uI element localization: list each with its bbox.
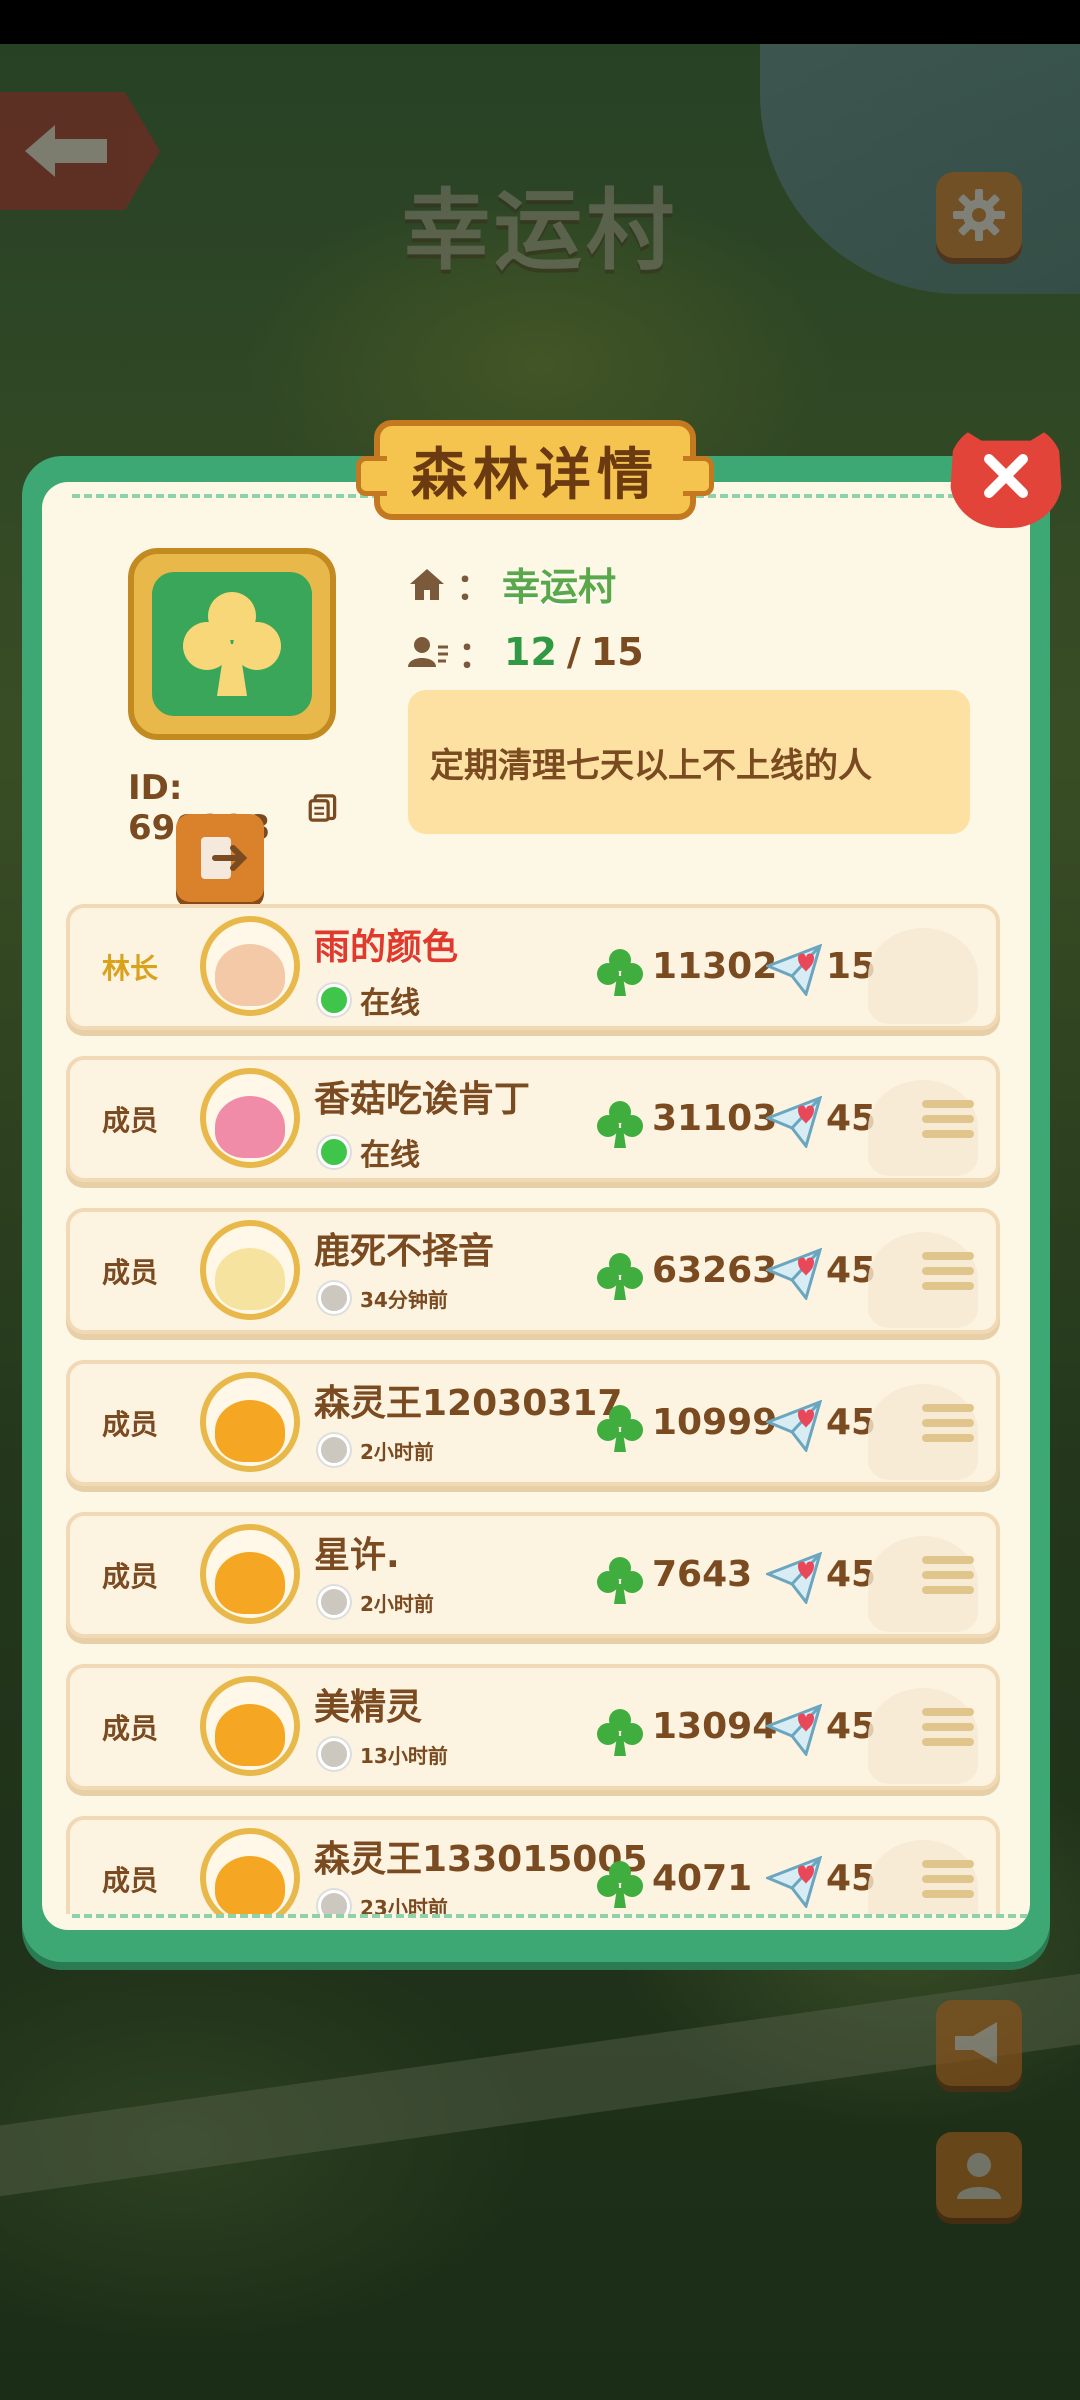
divider xyxy=(72,1914,1030,1918)
member-count-separator: / xyxy=(566,630,581,674)
member-clover-count: 7643 xyxy=(652,1554,753,1595)
leave-forest-button[interactable] xyxy=(176,814,264,902)
status-bar xyxy=(0,0,1080,44)
member-avatar[interactable] xyxy=(200,916,300,1016)
member-status-text: 2小时前 xyxy=(360,1439,434,1464)
member-menu-icon[interactable] xyxy=(922,1404,974,1449)
member-name: 鹿死不择音 xyxy=(314,1231,495,1272)
panel-title: 森林详情 xyxy=(356,420,714,520)
forest-notice: 定期清理七天以上不上线的人 xyxy=(408,690,970,834)
clover-icon xyxy=(594,1554,646,1610)
member-clover-count: 13094 xyxy=(652,1706,778,1747)
home-icon xyxy=(410,568,444,600)
status-dot-icon xyxy=(318,1136,350,1168)
member-clover-count: 4071 xyxy=(652,1858,753,1899)
member-status: 在线 xyxy=(318,1130,420,1174)
member-avatar[interactable] xyxy=(200,1524,300,1624)
member-status: 2小时前 xyxy=(318,1586,434,1618)
member-avatar[interactable] xyxy=(200,1220,300,1320)
exit-door-icon xyxy=(201,837,247,879)
member-clover-count: 31103 xyxy=(652,1098,778,1139)
member-name: 美精灵 xyxy=(314,1687,423,1728)
member-status: 2小时前 xyxy=(318,1434,434,1466)
forest-emblem xyxy=(128,548,336,740)
member-menu-icon[interactable] xyxy=(922,1252,974,1297)
member-menu-icon[interactable] xyxy=(922,1860,974,1905)
clover-icon xyxy=(594,1706,646,1762)
member-avatar[interactable] xyxy=(200,1372,300,1472)
member-status-text: 在线 xyxy=(360,1138,420,1173)
member-row[interactable]: 成员 鹿死不择音 34分钟前 63263 45 xyxy=(66,1208,1000,1334)
clover-icon xyxy=(594,1402,646,1458)
copy-icon[interactable] xyxy=(307,789,338,827)
status-dot-icon xyxy=(318,1890,350,1914)
member-name: 香菇吃诶肯丁 xyxy=(314,1079,531,1120)
member-row[interactable]: 成员 星许. 2小时前 7643 45 xyxy=(66,1512,1000,1638)
clover-icon xyxy=(594,1250,646,1306)
village-name: 幸运村 xyxy=(502,565,617,609)
member-name: 雨的颜色 xyxy=(314,927,459,968)
gift-plane-icon[interactable] xyxy=(763,1095,823,1152)
clover-icon xyxy=(594,946,646,1002)
status-dot-icon xyxy=(318,1282,350,1314)
clover-icon xyxy=(594,1098,646,1154)
member-status: 13小时前 xyxy=(318,1738,448,1770)
member-menu-icon[interactable] xyxy=(922,1556,974,1601)
member-role: 成员 xyxy=(101,1104,158,1137)
member-row[interactable]: 成员 森灵王133015005 23小时前 4071 45 xyxy=(66,1816,1000,1914)
member-role: 成员 xyxy=(101,1408,158,1441)
status-dot-icon xyxy=(318,1434,350,1466)
decoration xyxy=(868,928,978,1024)
member-status: 在线 xyxy=(318,978,420,1022)
colon: ： xyxy=(458,635,495,676)
close-icon xyxy=(984,454,1028,498)
member-role: 成员 xyxy=(101,1256,158,1289)
member-status-text: 13小时前 xyxy=(360,1743,448,1768)
member-role: 成员 xyxy=(101,1864,158,1897)
member-row[interactable]: 成员 美精灵 13小时前 13094 45 xyxy=(66,1664,1000,1790)
clover-icon xyxy=(183,592,281,696)
member-count-max: 15 xyxy=(590,630,644,674)
member-row[interactable]: 林长 雨的颜色 在线 11302 15 xyxy=(66,904,1000,1030)
gift-plane-icon[interactable] xyxy=(763,1855,823,1912)
gift-plane-icon[interactable] xyxy=(763,1247,823,1304)
member-name: 森灵王12030317 xyxy=(314,1383,623,1424)
gift-plane-icon[interactable] xyxy=(763,1399,823,1456)
gift-plane-icon[interactable] xyxy=(763,943,823,1000)
member-menu-icon[interactable] xyxy=(922,1100,974,1145)
member-avatar[interactable] xyxy=(200,1828,300,1914)
member-role: 林长 xyxy=(101,952,158,985)
status-dot-icon xyxy=(318,984,350,1016)
member-row[interactable]: 成员 香菇吃诶肯丁 在线 31103 45 xyxy=(66,1056,1000,1182)
member-row[interactable]: 成员 森灵王12030317 2小时前 10999 45 xyxy=(66,1360,1000,1486)
clover-icon xyxy=(594,1858,646,1914)
member-clover-count: 11302 xyxy=(652,946,778,987)
member-clover-count: 63263 xyxy=(652,1250,778,1291)
status-dot-icon xyxy=(318,1738,350,1770)
member-avatar[interactable] xyxy=(200,1676,300,1776)
gift-plane-icon[interactable] xyxy=(763,1703,823,1760)
member-status-text: 34分钟前 xyxy=(360,1287,448,1312)
member-menu-icon[interactable] xyxy=(922,1708,974,1753)
member-status-text: 在线 xyxy=(360,986,420,1021)
member-list[interactable]: 林长 雨的颜色 在线 11302 15 成员 香菇吃诶肯丁 在线 31103 45 成员 鹿死不择音 3… xyxy=(66,904,1002,1914)
member-count-row: ： 12 / 15 xyxy=(408,626,644,678)
member-role: 成员 xyxy=(101,1560,158,1593)
gift-plane-icon[interactable] xyxy=(763,1551,823,1608)
member-avatar[interactable] xyxy=(200,1068,300,1168)
member-role: 成员 xyxy=(101,1712,158,1745)
member-name: 星许. xyxy=(314,1535,400,1576)
members-icon xyxy=(408,637,448,667)
member-status: 23小时前 xyxy=(318,1890,448,1914)
member-clover-count: 10999 xyxy=(652,1402,778,1443)
village-info-row: ： 幸运村 xyxy=(408,556,616,611)
member-status-text: 23小时前 xyxy=(360,1895,448,1915)
member-count-current: 12 xyxy=(504,630,557,674)
status-dot-icon xyxy=(318,1586,350,1618)
member-status: 34分钟前 xyxy=(318,1282,448,1314)
member-status-text: 2小时前 xyxy=(360,1591,434,1616)
colon: ： xyxy=(456,566,493,608)
